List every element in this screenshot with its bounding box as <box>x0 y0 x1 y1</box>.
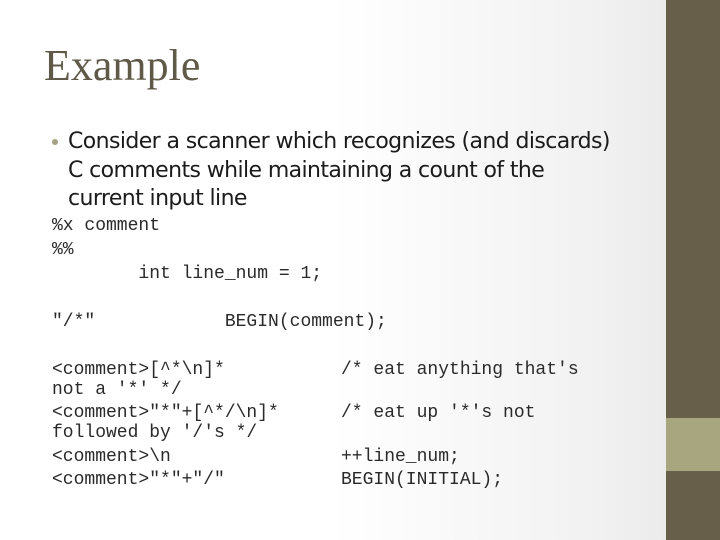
code-line-rule4: <comment>"*"+"/" <box>52 470 225 490</box>
bullet-text: Consider a scanner which recognizes (and… <box>68 129 611 211</box>
code-line-begin-comment: "/*" BEGIN(comment); <box>52 312 387 332</box>
slide: Example Consider a scanner which recogni… <box>0 0 666 540</box>
code-line-percent: %% <box>52 240 74 260</box>
code-action-1: /* eat anything that's <box>341 360 579 380</box>
code-action-2: /* eat up '*'s not <box>341 403 536 423</box>
code-line-rule1: <comment>[^*\n]* <box>52 360 225 380</box>
code-line-rule2-cont: followed by '/'s */ <box>52 423 258 443</box>
code-action-4: BEGIN(INITIAL); <box>341 470 504 490</box>
slide-title: Example <box>44 41 201 90</box>
code-line-rule3: <comment>\n <box>52 447 171 467</box>
decorative-sidebar-band <box>666 418 720 471</box>
code-line-rule1-cont: not a '*' */ <box>52 380 182 400</box>
code-line-rule2: <comment>"*"+[^*/\n]* <box>52 403 279 423</box>
bullet-dot-icon <box>52 139 58 145</box>
code-line-linenum-decl: int line_num = 1; <box>52 264 323 284</box>
code-line-xcomment: %x comment <box>52 216 161 236</box>
code-action-3: ++line_num; <box>341 447 460 467</box>
bullet-item: Consider a scanner which recognizes (and… <box>52 128 612 214</box>
